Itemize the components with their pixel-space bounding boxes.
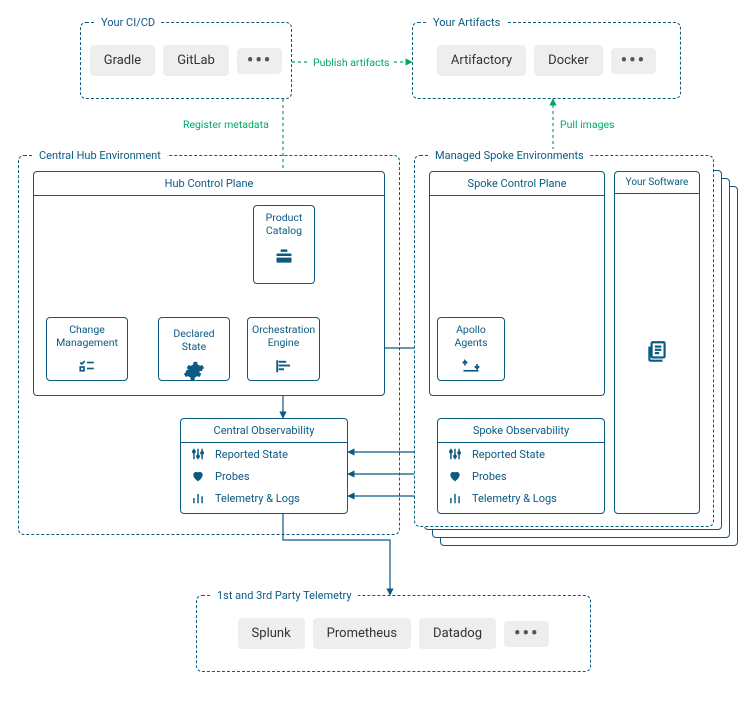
spoke-obs-title: Spoke Observability [438, 419, 604, 443]
spoke-obs-telemetry-label: Telemetry & Logs [472, 492, 557, 505]
node-orchestration-engine: Orchestration Engine [247, 317, 320, 381]
central-obs-row-probes: Probes [181, 465, 347, 487]
group-artifacts-title: Your Artifacts [427, 16, 506, 29]
gantt-icon [273, 358, 295, 376]
edge-register-metadata: Register metadata [180, 118, 272, 131]
central-obs-row-reported: Reported State [181, 443, 347, 465]
group-artifacts: Your Artifacts Artifactory Docker ••• [412, 22, 681, 99]
bar-chart-icon [191, 491, 205, 505]
heart-icon [448, 469, 462, 483]
node-change-management: Change Management [46, 317, 128, 381]
chip-datadog: Datadog [419, 618, 496, 649]
heart-icon [191, 469, 205, 483]
node-product-catalog-label: Product Catalog [254, 206, 314, 242]
panel-spoke-observability: Spoke Observability Reported State Probe… [437, 418, 605, 514]
panel-hub-cp-title: Hub Control Plane [34, 172, 384, 196]
diagram-canvas: Your CI/CD Gradle GitLab ••• Your Artifa… [0, 0, 750, 702]
spoke-obs-row-probes: Probes [438, 465, 604, 487]
central-obs-reported-label: Reported State [215, 448, 288, 461]
central-obs-probes-label: Probes [215, 470, 250, 483]
node-apollo-agents-label: Apollo Agents [438, 318, 504, 354]
chip-prometheus: Prometheus [313, 618, 411, 649]
ellipsis-icon: ••• [504, 621, 549, 647]
central-obs-telemetry-label: Telemetry & Logs [215, 492, 300, 505]
panel-spoke-cp-title: Spoke Control Plane [430, 172, 604, 196]
document-stack-icon [644, 339, 670, 365]
group-telemetry-title: 1st and 3rd Party Telemetry [211, 589, 358, 602]
bar-chart-icon [448, 491, 462, 505]
gear-icon [183, 360, 205, 382]
group-spoke-env-title: Managed Spoke Environments [429, 149, 590, 162]
chip-docker: Docker [534, 45, 603, 76]
chip-artifactory: Artifactory [437, 45, 526, 76]
group-telemetry: 1st and 3rd Party Telemetry Splunk Prome… [196, 595, 591, 672]
sliders-icon [448, 447, 462, 461]
ellipsis-icon: ••• [237, 48, 282, 74]
sliders-icon [191, 447, 205, 461]
briefcase-icon [273, 246, 295, 266]
sync-icon [460, 358, 482, 376]
edge-publish-artifacts: Publish artifacts [310, 56, 392, 69]
node-product-catalog: Product Catalog [253, 205, 315, 284]
spoke-obs-row-telemetry: Telemetry & Logs [438, 487, 604, 509]
chip-gradle: Gradle [90, 45, 155, 76]
group-hub-env-title: Central Hub Environment [33, 149, 167, 162]
spoke-obs-probes-label: Probes [472, 470, 507, 483]
ellipsis-icon: ••• [611, 48, 656, 74]
panel-your-software: Your Software [614, 171, 700, 514]
panel-your-software-title: Your Software [615, 172, 699, 194]
panel-central-observability: Central Observability Reported State Pro… [180, 418, 348, 514]
group-cicd-title: Your CI/CD [95, 16, 161, 29]
node-declared-state-label: Declared State [159, 318, 229, 356]
chip-splunk: Splunk [238, 618, 305, 649]
chip-gitlab: GitLab [163, 45, 229, 76]
central-obs-row-telemetry: Telemetry & Logs [181, 487, 347, 509]
node-orchestration-label: Orchestration Engine [248, 318, 319, 354]
checklist-icon [76, 358, 98, 376]
spoke-obs-reported-label: Reported State [472, 448, 545, 461]
group-cicd: Your CI/CD Gradle GitLab ••• [80, 22, 292, 99]
central-obs-title: Central Observability [181, 419, 347, 443]
node-change-mgmt-label: Change Management [47, 318, 127, 354]
node-declared-state: Declared State [158, 317, 230, 381]
edge-pull-images: Pull images [557, 118, 617, 131]
spoke-obs-row-reported: Reported State [438, 443, 604, 465]
node-apollo-agents: Apollo Agents [437, 317, 505, 381]
